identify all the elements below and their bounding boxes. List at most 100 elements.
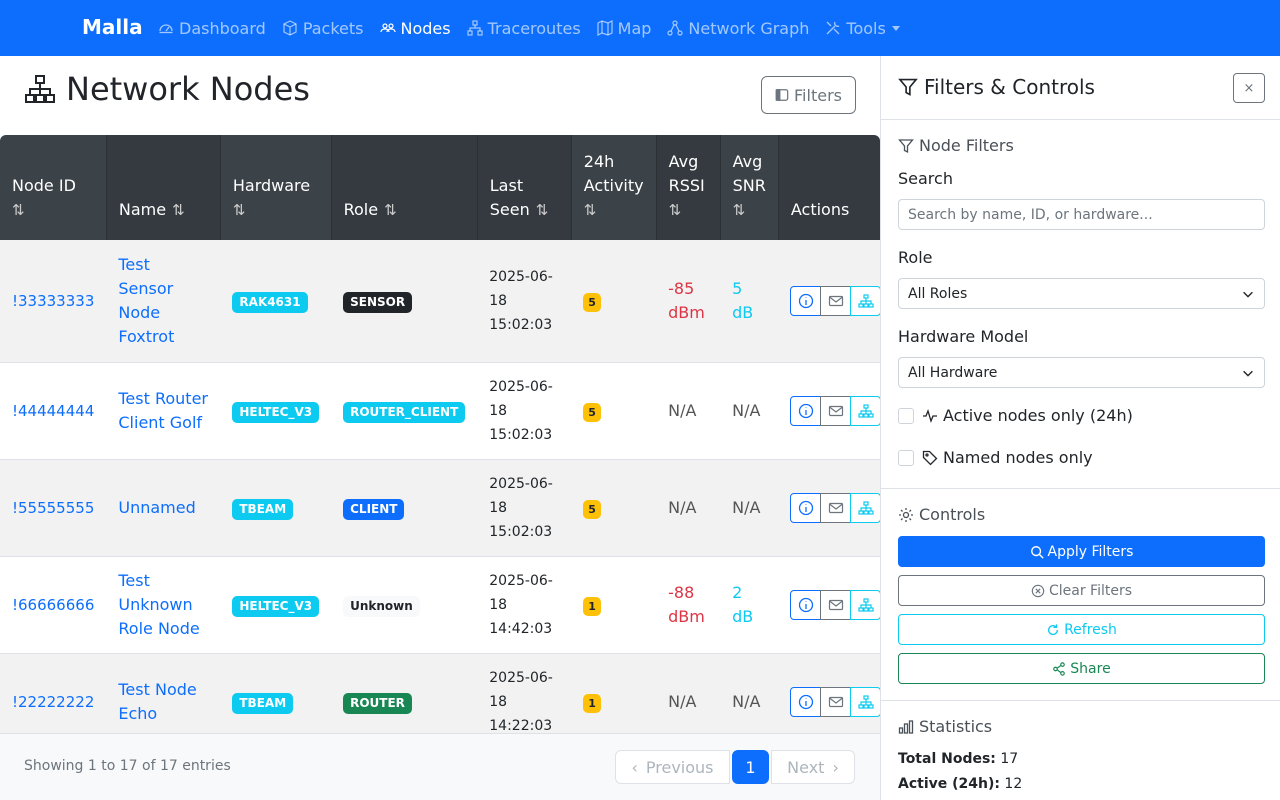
diagram-icon	[858, 500, 874, 515]
checkbox[interactable]	[898, 407, 914, 424]
node-name[interactable]: Test Node Echo	[118, 678, 208, 726]
page-header: Network Nodes	[24, 70, 310, 108]
sort-icon: ⇅	[535, 201, 549, 219]
toggle-filters-button[interactable]: Filters	[761, 76, 856, 114]
node-details-button[interactable]	[790, 395, 822, 426]
nav-dashboard[interactable]: Dashboard	[158, 19, 266, 38]
node-id-link[interactable]: !66666666	[12, 596, 94, 614]
envelope-icon	[828, 502, 843, 513]
envelope-icon	[828, 405, 843, 416]
envelope-icon	[828, 696, 843, 707]
divider	[881, 700, 1280, 701]
diagram-icon	[858, 403, 874, 418]
node-packets-button[interactable]	[820, 492, 852, 523]
refresh-icon	[1048, 623, 1059, 635]
nav-label: Map	[617, 18, 652, 38]
checkbox[interactable]	[898, 449, 914, 466]
refresh-button[interactable]: Refresh	[898, 614, 1265, 645]
filters-sidebar: Filters & Controls × Node Filters Search…	[880, 56, 1280, 800]
col-last-seen[interactable]: Last Seen ⇅	[477, 135, 572, 240]
search-input[interactable]: Search by name, ID, or hardware...	[898, 199, 1265, 230]
nav-packets[interactable]: Packets	[282, 19, 364, 38]
node-traceroute-button[interactable]	[850, 589, 880, 620]
node-id-link[interactable]: !55555555	[12, 499, 94, 517]
chevron-down-icon	[891, 25, 900, 31]
node-packets-button[interactable]	[820, 395, 852, 426]
table-footer: Showing 1 to 17 of 17 entries ‹ Previous …	[0, 733, 880, 800]
tools-icon	[826, 21, 840, 35]
nav-tools[interactable]: Tools	[825, 19, 900, 38]
node-details-button[interactable]	[790, 285, 822, 316]
node-traceroute-button[interactable]	[850, 492, 880, 523]
active-only-checkbox[interactable]: Active nodes only (24h)	[898, 406, 1133, 425]
info-circle-icon	[798, 597, 814, 612]
activity-badge: 1	[583, 693, 601, 713]
table-row: !44444444 Test Router Client Golf HELTEC…	[0, 362, 880, 460]
col-role[interactable]: Role ⇅	[331, 135, 478, 240]
node-name[interactable]: Test Router Client Golf	[118, 387, 208, 435]
col-hardware[interactable]: Hardware ⇅	[220, 135, 332, 240]
sidebar-header: Filters & Controls ×	[881, 56, 1280, 120]
apply-filters-button[interactable]: Apply Filters	[898, 536, 1265, 567]
node-traceroute-button[interactable]	[850, 686, 880, 717]
activity-badge: 1	[583, 596, 601, 616]
node-details-button[interactable]	[790, 492, 822, 523]
node-name[interactable]: Test Unknown Role Node	[118, 569, 208, 641]
tag-icon	[922, 450, 938, 465]
node-id-link[interactable]: !22222222	[12, 693, 94, 711]
entries-info: Showing 1 to 17 of 17 entries	[24, 758, 231, 774]
node-packets-button[interactable]	[820, 589, 852, 620]
rssi-value: -85 dBm	[668, 278, 705, 322]
hardware-badge: HELTEC_V3	[232, 401, 320, 423]
node-name[interactable]: Unnamed	[118, 498, 195, 517]
nav-label: Dashboard	[179, 18, 266, 38]
col-rssi[interactable]: Avg RSSI ⇅	[656, 135, 721, 240]
table-row: !33333333 Test Sensor Node Foxtrot RAK46…	[0, 240, 880, 363]
info-circle-icon	[798, 293, 814, 308]
nav-label: Network Graph	[688, 18, 810, 38]
chevron-right-icon: ›	[832, 757, 839, 777]
nav-nodes[interactable]: Nodes	[379, 19, 451, 38]
speedometer-icon	[159, 24, 173, 34]
node-traceroute-button[interactable]	[850, 285, 880, 316]
named-only-checkbox[interactable]: Named nodes only	[898, 448, 1093, 467]
node-packets-button[interactable]	[820, 686, 852, 717]
col-activity[interactable]: 24h Activity ⇅	[571, 135, 657, 240]
last-seen: 2025-06-18 14:22:03	[489, 669, 553, 734]
controls-heading: Controls	[898, 505, 985, 524]
map-icon	[597, 20, 613, 36]
node-id-link[interactable]: !44444444	[12, 402, 94, 420]
nav-map[interactable]: Map	[597, 18, 652, 38]
hardware-select[interactable]: All Hardware	[898, 357, 1265, 388]
page-1-button[interactable]: 1	[732, 750, 769, 784]
previous-page-button[interactable]: ‹ Previous	[615, 750, 730, 784]
col-snr[interactable]: Avg SNR ⇅	[720, 135, 779, 240]
clear-filters-button[interactable]: Clear Filters	[898, 575, 1265, 606]
sort-icon: ⇅	[732, 201, 746, 219]
role-select[interactable]: All Roles	[898, 278, 1265, 309]
node-id-link[interactable]: !33333333	[0, 240, 107, 363]
active-nodes-stat: Active (24h): 12	[898, 776, 1023, 792]
node-details-button[interactable]	[790, 686, 822, 717]
node-packets-button[interactable]	[820, 285, 852, 316]
sort-icon: ⇅	[583, 201, 597, 219]
search-label: Search	[898, 169, 953, 188]
nav-network-graph[interactable]: Network Graph	[667, 19, 809, 38]
brand-logo[interactable]: Malla	[82, 15, 143, 39]
hardware-badge: RAK4631	[232, 291, 308, 313]
page-title: Network Nodes	[66, 70, 310, 108]
sort-icon: ⇅	[172, 201, 185, 219]
nav-traceroutes[interactable]: Traceroutes	[466, 19, 581, 38]
rssi-value: N/A	[668, 400, 697, 420]
col-node-id[interactable]: Node ID ⇅	[0, 135, 107, 240]
col-name[interactable]: Name ⇅	[106, 135, 221, 240]
node-traceroute-button[interactable]	[850, 395, 880, 426]
next-page-button[interactable]: Next ›	[771, 750, 855, 784]
sort-icon: ⇅	[232, 201, 246, 219]
nav-label: Packets	[302, 18, 364, 38]
main-content: Network Nodes Filters Node ID ⇅ Name ⇅ Har…	[0, 56, 880, 800]
node-details-button[interactable]	[790, 589, 822, 620]
hardware-badge: HELTEC_V3	[232, 595, 320, 617]
close-sidebar-button[interactable]: ×	[1233, 73, 1265, 103]
share-button[interactable]: Share	[898, 653, 1265, 684]
